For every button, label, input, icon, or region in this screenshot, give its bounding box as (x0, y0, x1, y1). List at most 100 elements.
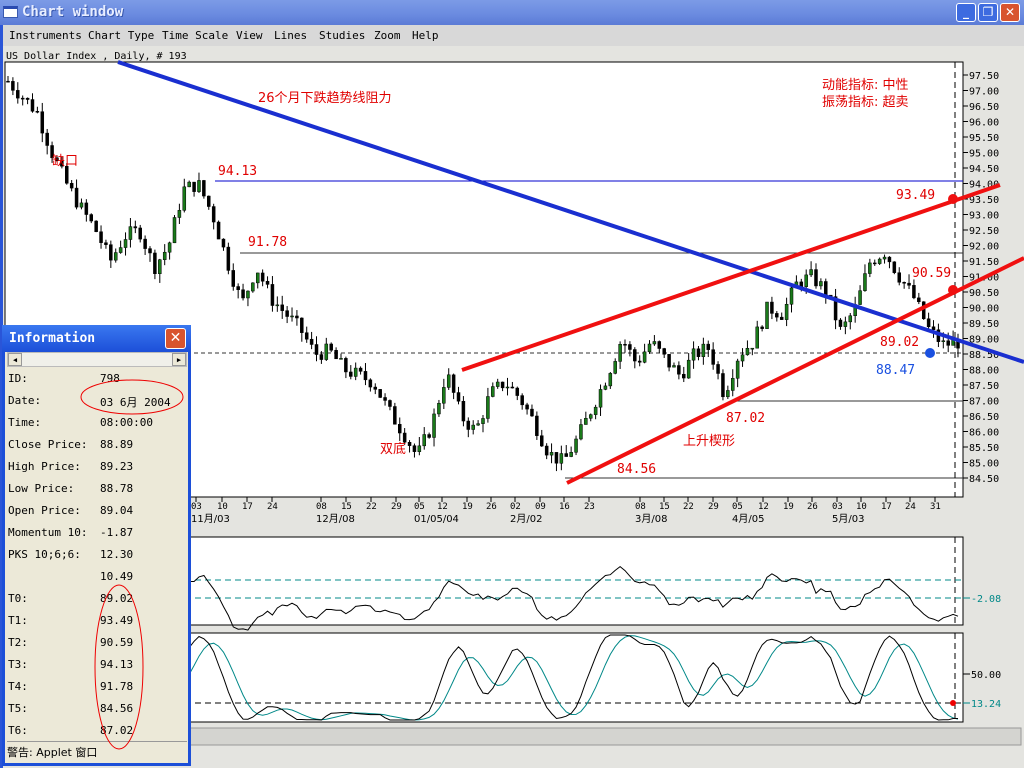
candle-body (877, 258, 882, 264)
candle-body (662, 348, 666, 355)
candle-body (530, 408, 534, 417)
trendline-label: 26个月下跌趋势线阻力 (258, 90, 392, 106)
info-label: T4: (8, 680, 28, 693)
candle-body (476, 423, 480, 426)
candle-body (211, 206, 216, 223)
info-row: High Price: 89.23 (8, 460, 133, 473)
x-tick-label: 24 (267, 502, 278, 512)
x-tick-label: 22 (683, 502, 694, 512)
candle-body (393, 406, 397, 425)
x-tick-label: 29 (708, 502, 719, 512)
info-row: Close Price: 88.89 (8, 438, 133, 451)
candle-body (897, 272, 901, 283)
candle-body (917, 297, 921, 303)
info-value: 03 6月 2004 (100, 396, 171, 409)
y-tick-label: 89.50 (969, 319, 999, 330)
info-row: Time: 08:00:00 (8, 416, 153, 429)
candle-body (554, 452, 559, 464)
candle-body (574, 438, 578, 453)
candle-body (113, 252, 118, 261)
x-tick-label: 12 (758, 502, 769, 512)
y-tick-label: 85.50 (969, 443, 999, 454)
candle-body (481, 418, 485, 424)
double-bottom-label: 双底 (380, 441, 406, 457)
candle-body (290, 315, 294, 318)
info-value: 88.78 (100, 482, 134, 495)
x-tick-label: 17 (242, 502, 253, 512)
candle-body (515, 387, 520, 396)
candle-body (618, 344, 622, 362)
candle-body (251, 282, 255, 292)
info-label: T2: (8, 636, 28, 649)
info-value: 89.23 (100, 460, 134, 473)
candle-body (520, 395, 524, 406)
candle-body (931, 326, 936, 331)
candle-body (417, 445, 422, 452)
candle-body (941, 340, 946, 342)
candle-body (633, 349, 637, 362)
candle-body (94, 220, 98, 232)
y-tick-label: 87.00 (969, 397, 999, 408)
candle-body (265, 280, 270, 285)
x-tick-label: 26 (807, 502, 818, 512)
candle-body (309, 338, 314, 345)
info-close-button[interactable]: ✕ (165, 328, 186, 349)
candle-body (358, 367, 363, 372)
info-label: High Price: (8, 460, 81, 473)
candle-body (579, 424, 583, 440)
x-month-label: 01/05/04 (414, 514, 459, 525)
info-row: T5: 84.56 (8, 702, 133, 715)
candle-body (304, 332, 309, 340)
info-row: PKS 10;6;6: 12.30 (8, 548, 133, 561)
x-tick-label: 17 (881, 502, 892, 512)
info-label: Momentum 10: (8, 526, 88, 539)
candle-body (500, 381, 505, 389)
scroll-right-icon[interactable]: ▶ (172, 353, 186, 366)
candle-body (378, 389, 382, 398)
candle-body (779, 316, 784, 320)
candle-body (588, 414, 593, 419)
candle-body (45, 132, 49, 146)
candle-body (525, 404, 529, 410)
candle-body (824, 281, 828, 296)
candle-body (16, 90, 20, 99)
x-axis: 03 10 17 24 08 15 22 29 05 12 19 26 02 09 16 23 08 15 22 29… (191, 497, 941, 525)
candle-body (549, 452, 554, 456)
candle-body (540, 435, 544, 447)
y-tick-label: 93.50 (969, 195, 999, 206)
x-tick-label: 03 (832, 502, 843, 512)
candle-body (432, 413, 436, 438)
candle-body (882, 256, 887, 260)
candle-body (177, 210, 182, 218)
target-dot-t2 (948, 285, 958, 295)
x-tick-label: 10 (217, 502, 228, 512)
candle-body (226, 246, 231, 271)
candle-body (721, 373, 725, 398)
info-value: 94.13 (100, 658, 134, 671)
momentum-last-value: -2.08 (971, 594, 1001, 605)
candle-body (329, 343, 333, 351)
candle-body (407, 442, 412, 446)
level-label-t1: 93.49 (896, 188, 935, 203)
candle-body (162, 251, 167, 260)
candle-body (637, 360, 642, 363)
info-value: 88.89 (100, 438, 134, 451)
candle-body (422, 434, 426, 447)
info-row: Momentum 10: -1.87 (8, 526, 133, 539)
info-row: ID: 798 (8, 372, 120, 385)
candle-body (167, 242, 172, 253)
x-month-label: 2月/02 (510, 513, 542, 525)
candle-body (706, 343, 711, 350)
candle-body (231, 270, 236, 287)
candle-body (153, 252, 157, 274)
candle-body (887, 256, 892, 263)
info-row: T4: 91.78 (8, 680, 133, 693)
info-scrollbar[interactable]: ◀ ▶ (7, 352, 187, 367)
candle-body (35, 111, 40, 113)
scroll-left-icon[interactable]: ◀ (8, 353, 22, 366)
candle-body (363, 371, 368, 381)
candle-body (623, 344, 627, 346)
candle-body (334, 350, 338, 360)
x-tick-label: 08 (635, 502, 646, 512)
pks-current-dot (950, 700, 956, 706)
